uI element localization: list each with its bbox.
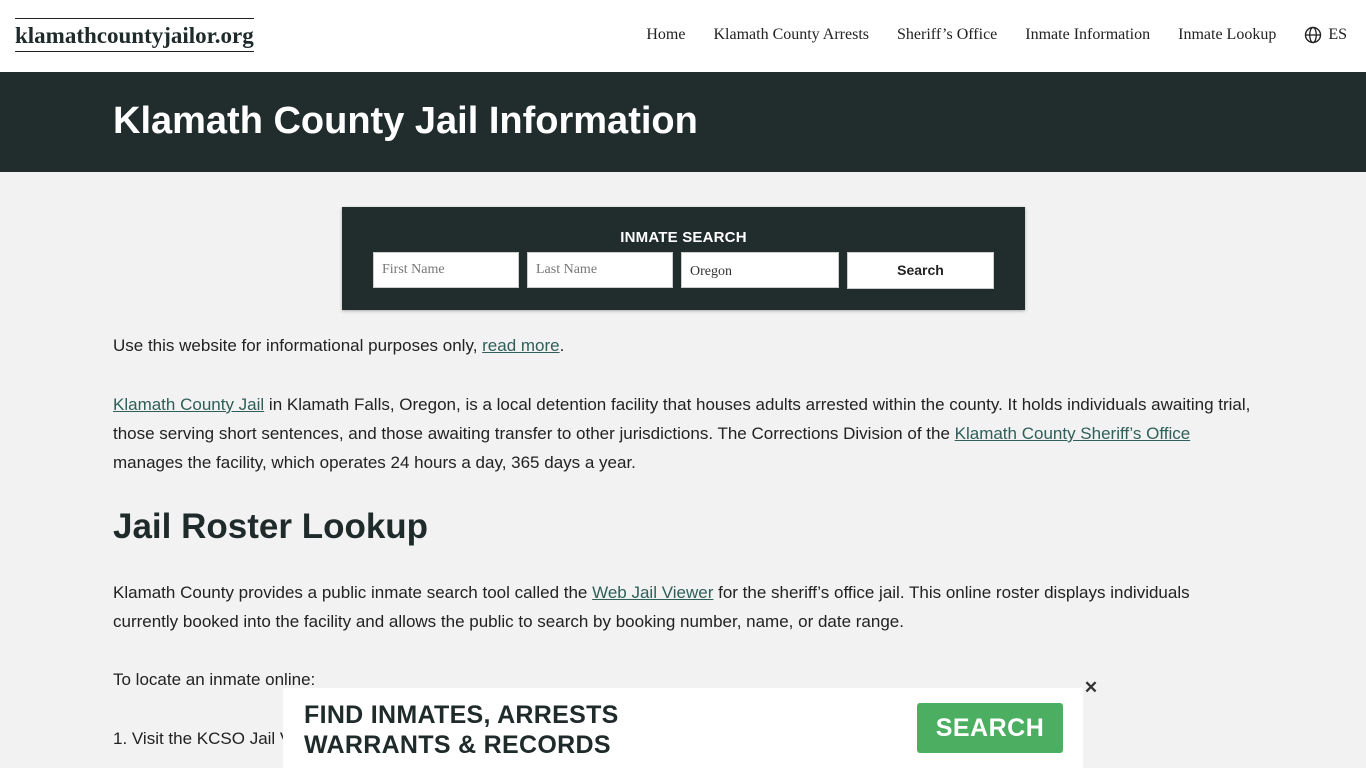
step-1-text: 1. Visit the KCSO Jail V [113, 729, 292, 748]
first-name-input[interactable] [373, 252, 519, 288]
nav-home[interactable]: Home [646, 26, 685, 44]
read-more-link[interactable]: read more [482, 336, 559, 355]
ad-banner[interactable]: FIND INMATES, ARRESTS WARRANTS & RECORDS… [283, 688, 1083, 768]
main-nav: Home Klamath County Arrests Sheriff’s Of… [618, 26, 1347, 44]
hero-banner: Klamath County Jail Information [0, 72, 1366, 172]
roster-paragraph: Klamath County provides a public inmate … [113, 578, 1258, 636]
globe-icon [1305, 26, 1322, 44]
ad-line-1: FIND INMATES, ARRESTS [304, 701, 619, 729]
disclaimer-paragraph: Use this website for informational purpo… [113, 331, 564, 360]
section-heading: Jail Roster Lookup [113, 507, 429, 546]
top-bar: klamathcountyjailor.org Home Klamath Cou… [0, 0, 1366, 72]
intro-paragraph: Klamath County Jail in Klamath Falls, Or… [113, 390, 1258, 477]
close-icon[interactable]: ✕ [1082, 679, 1100, 697]
ad-search-button[interactable]: SEARCH [917, 703, 1063, 753]
nav-sheriffs-office[interactable]: Sheriff’s Office [897, 26, 997, 44]
disclaimer-text: Use this website for informational purpo… [113, 336, 483, 355]
nav-inmate-lookup[interactable]: Inmate Lookup [1178, 26, 1276, 44]
nav-klamath-county-arrests[interactable]: Klamath County Arrests [713, 26, 869, 44]
page-title: Klamath County Jail Information [113, 100, 698, 142]
search-button[interactable]: Search [847, 252, 994, 289]
site-logo[interactable]: klamathcountyjailor.org [15, 18, 254, 52]
klamath-county-jail-link[interactable]: Klamath County Jail [113, 395, 264, 414]
disclaimer-end: . [559, 336, 565, 355]
language-label: ES [1328, 26, 1347, 43]
roster-text-1: Klamath County provides a public inmate … [113, 583, 593, 602]
web-jail-viewer-link[interactable]: Web Jail Viewer [592, 583, 713, 602]
intro-text-2: manages the facility, which operates 24 … [113, 453, 636, 472]
last-name-input[interactable] [527, 252, 673, 288]
inmate-search-title: INMATE SEARCH [620, 229, 747, 246]
ad-headline: FIND INMATES, ARRESTS WARRANTS & RECORDS [304, 700, 619, 760]
language-switch[interactable]: ES [1304, 26, 1347, 44]
inmate-search-panel: INMATE SEARCH Oregon Search [342, 207, 1025, 310]
sheriffs-office-link[interactable]: Klamath County Sheriff’s Office [955, 424, 1191, 443]
nav-inmate-information[interactable]: Inmate Information [1025, 26, 1150, 44]
state-select[interactable]: Oregon [681, 252, 839, 288]
ad-line-2: WARRANTS & RECORDS [304, 731, 611, 759]
